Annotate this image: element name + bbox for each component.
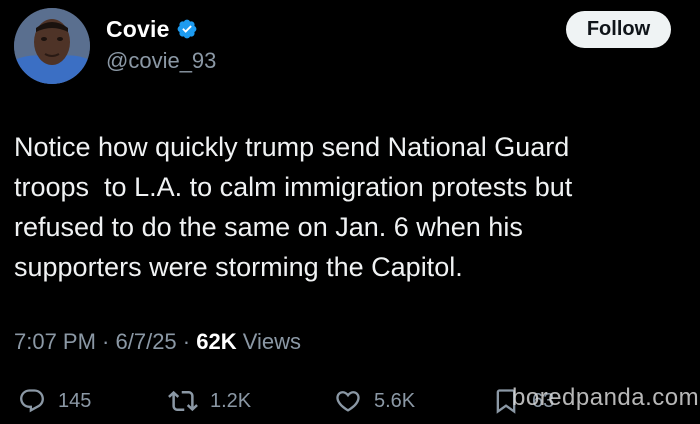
verified-badge-icon <box>177 19 197 39</box>
meta-separator: · <box>95 329 116 354</box>
reply-icon <box>20 389 44 413</box>
reply-button[interactable]: 145 <box>18 383 91 419</box>
display-name[interactable]: Covie <box>106 16 170 43</box>
tweet-text-line: supporters were storming the Capitol. <box>14 252 463 282</box>
tweet-meta: 7:07 PM · 6/7/25 · 62K Views <box>14 329 301 355</box>
like-count: 5.6K <box>374 389 416 412</box>
retweet-count: 1.2K <box>210 389 252 412</box>
tweet-text-line: troops to L.A. to calm immigration prote… <box>14 172 573 202</box>
retweet-icon <box>168 390 198 412</box>
display-name-row: Covie <box>106 14 198 44</box>
profile-photo-icon <box>14 8 90 84</box>
user-handle[interactable]: @covie_93 <box>106 48 216 74</box>
like-button[interactable]: 5.6K <box>334 383 415 419</box>
views-label: Views <box>236 329 301 354</box>
retweet-button[interactable]: 1.2K <box>168 383 251 419</box>
avatar[interactable] <box>14 8 90 84</box>
tweet-text: Notice how quickly trump send National G… <box>14 127 684 287</box>
tweet-time[interactable]: 7:07 PM <box>14 329 96 355</box>
tweet-text-line: refused to do the same on Jan. 6 when hi… <box>14 212 523 242</box>
heart-icon <box>336 391 360 412</box>
follow-button[interactable]: Follow <box>566 11 671 48</box>
views-count[interactable]: 62K <box>196 329 236 355</box>
meta-separator: · <box>176 329 197 354</box>
tweet-date[interactable]: 6/7/25 <box>116 329 177 355</box>
watermark: boredpanda.com <box>512 384 700 411</box>
tweet-text-line: Notice how quickly trump send National G… <box>14 132 570 162</box>
reply-count: 145 <box>58 389 92 412</box>
